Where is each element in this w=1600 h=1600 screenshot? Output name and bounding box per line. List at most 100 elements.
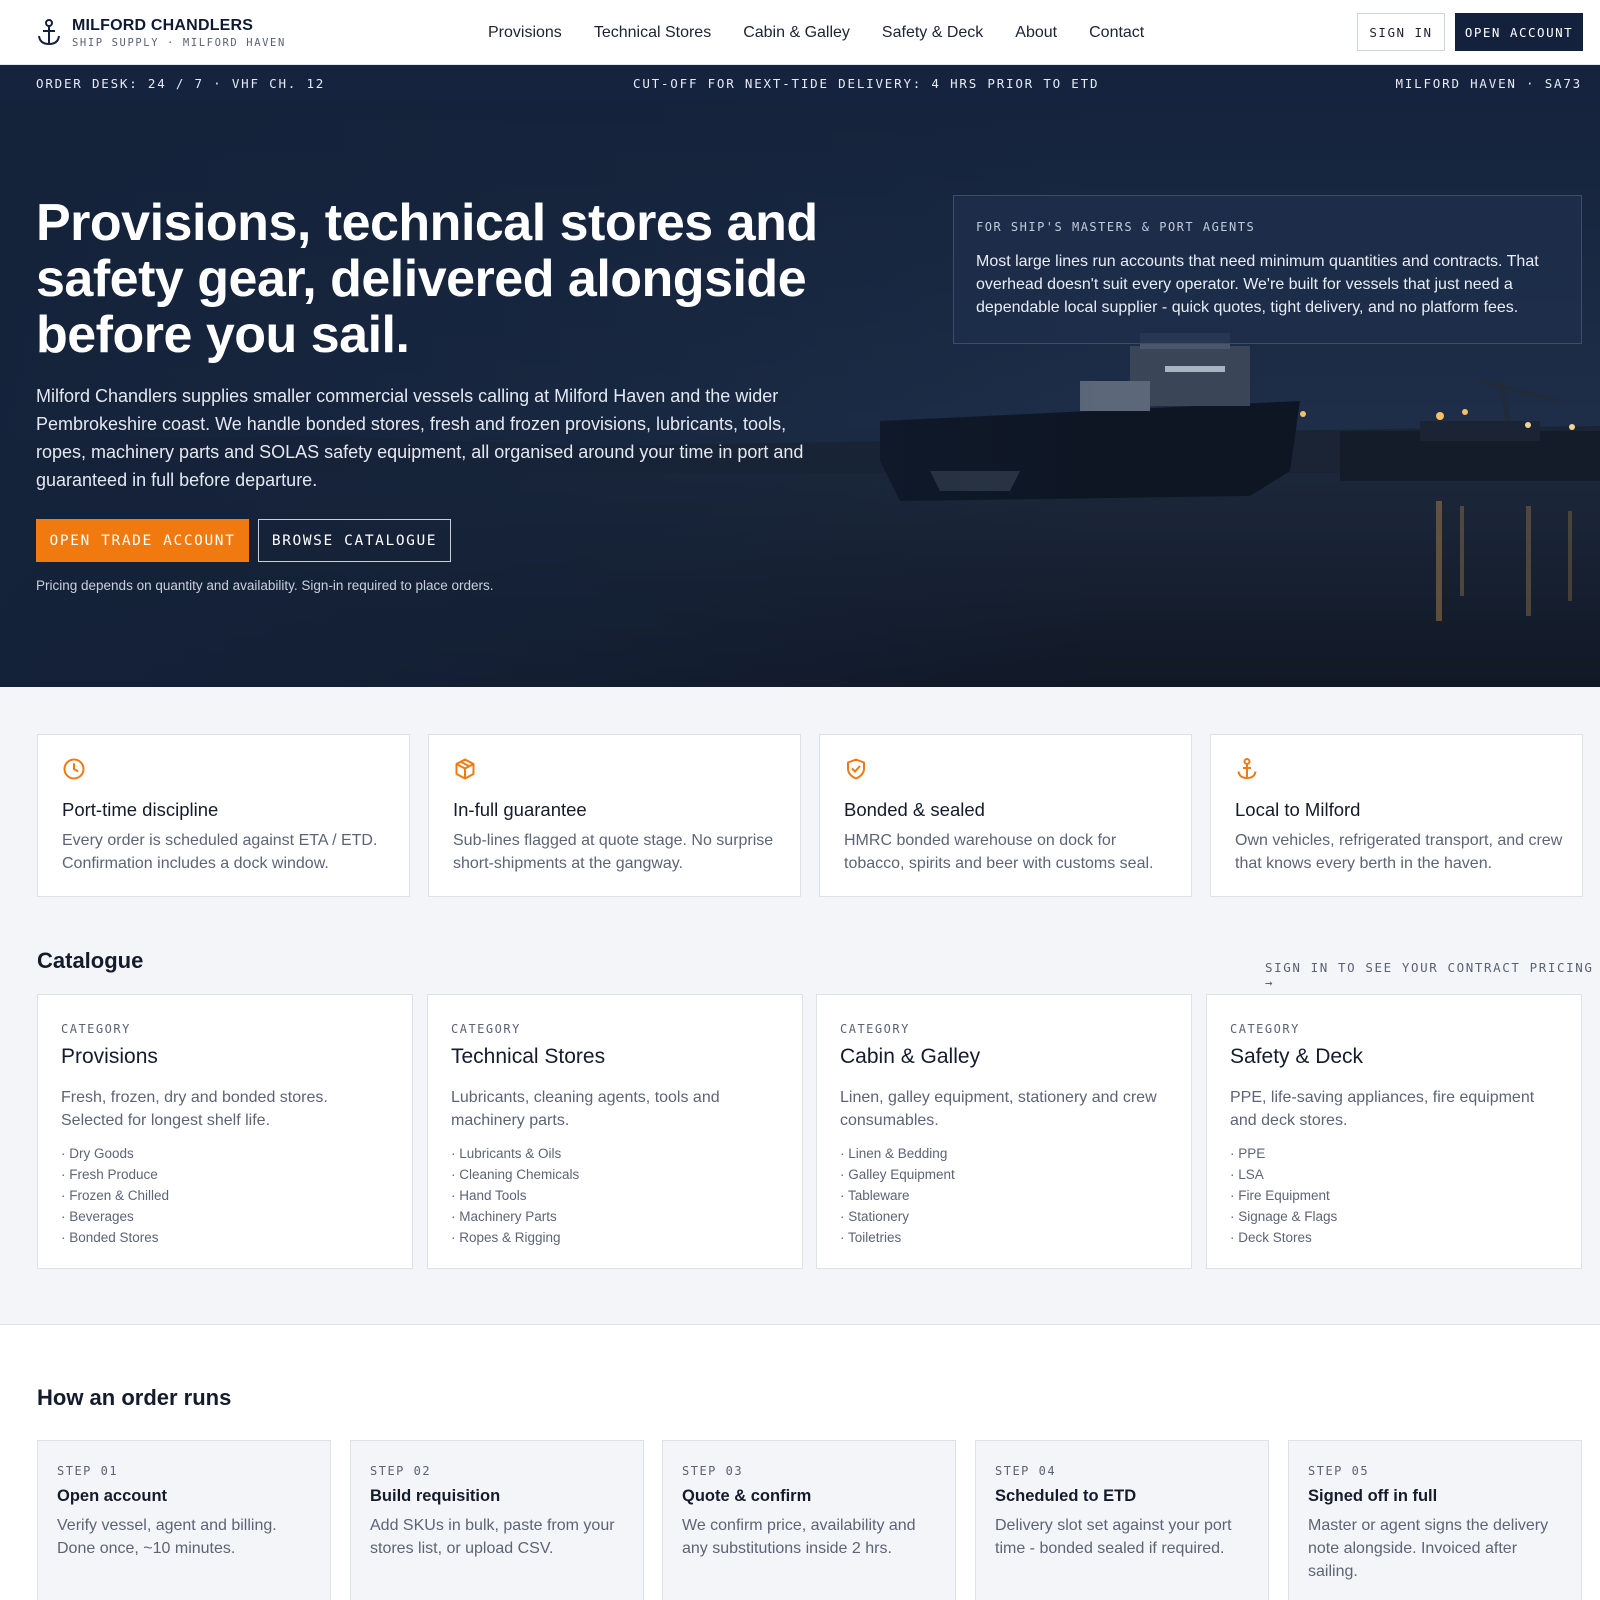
step-card-05: STEP 05 Signed off in full Master or age… (1288, 1440, 1582, 1600)
step-text: We confirm price, availability and any s… (682, 1517, 916, 1557)
info-ticker: ORDER DESK: 24 / 7 · VHF CH. 12 CUT-OFF … (0, 65, 1600, 101)
category-item[interactable]: · Cleaning Chemicals (451, 1164, 579, 1185)
category-item[interactable]: · Deck Stores (1230, 1227, 1337, 1248)
nav-cabin-galley[interactable]: Cabin & Galley (743, 24, 850, 42)
main-nav: Provisions Technical Stores Cabin & Gall… (488, 0, 1176, 65)
feature-card-in-full: In-full guarantee Sub-lines flagged at q… (428, 734, 801, 897)
step-text: Delivery slot set against your port time… (995, 1517, 1232, 1557)
category-item[interactable]: · Machinery Parts (451, 1206, 579, 1227)
category-label: CATEGORY (840, 1022, 910, 1036)
step-label: STEP 05 (1308, 1464, 1370, 1478)
category-item[interactable]: · Bonded Stores (61, 1227, 169, 1248)
pricing-note: Pricing depends on quantity and availabi… (36, 578, 494, 593)
feature-title: Bonded & sealed (844, 799, 985, 820)
feature-title: Port-time discipline (62, 799, 219, 820)
hero-section: Provisions, technical stores and safety … (0, 101, 1600, 687)
category-items: · Dry Goods · Fresh Produce · Frozen & C… (61, 1143, 169, 1248)
step-text: Add SKUs in bulk, paste from your stores… (370, 1517, 615, 1557)
category-description: Fresh, frozen, dry and bonded stores. Se… (61, 1089, 328, 1129)
category-title: Technical Stores (451, 1045, 606, 1068)
box-icon (455, 758, 475, 780)
category-item[interactable]: · Beverages (61, 1206, 169, 1227)
contract-pricing-link[interactable]: SIGN IN TO SEE YOUR CONTRACT PRICING → (1265, 960, 1600, 990)
step-card-04: STEP 04 Scheduled to ETD Delivery slot s… (975, 1440, 1269, 1600)
hero-title: Provisions, technical stores and safety … (36, 194, 818, 364)
category-item[interactable]: · Toiletries (840, 1227, 955, 1248)
category-title: Safety & Deck (1230, 1045, 1364, 1068)
category-card-provisions[interactable]: CATEGORY Provisions Fresh, frozen, dry a… (37, 994, 413, 1269)
category-item[interactable]: · Fire Equipment (1230, 1185, 1337, 1206)
category-card-safety-deck[interactable]: CATEGORY Safety & Deck PPE, life-saving … (1206, 994, 1582, 1269)
step-label: STEP 02 (370, 1464, 432, 1478)
masters-agents-card: FOR SHIP'S MASTERS & PORT AGENTS Most la… (953, 195, 1582, 344)
nav-provisions[interactable]: Provisions (488, 24, 562, 42)
category-item[interactable]: · Dry Goods (61, 1143, 169, 1164)
category-item[interactable]: · Ropes & Rigging (451, 1227, 579, 1248)
ticker-order-desk: ORDER DESK: 24 / 7 · VHF CH. 12 (36, 76, 326, 91)
step-label: STEP 01 (57, 1464, 119, 1478)
category-item[interactable]: · PPE (1230, 1143, 1337, 1164)
shield-icon (847, 758, 865, 780)
step-title: Open account (57, 1487, 168, 1505)
nav-contact[interactable]: Contact (1089, 24, 1144, 42)
category-label: CATEGORY (1230, 1022, 1300, 1036)
step-text: Master or agent signs the delivery note … (1308, 1517, 1549, 1580)
category-card-technical-stores[interactable]: CATEGORY Technical Stores Lubricants, cl… (427, 994, 803, 1269)
sign-in-button[interactable]: SIGN IN (1357, 13, 1445, 51)
step-label: STEP 04 (995, 1464, 1057, 1478)
nav-about[interactable]: About (1015, 24, 1057, 42)
category-description: Linen, galley equipment, stationery and … (840, 1089, 1157, 1129)
step-card-01: STEP 01 Open account Verify vessel, agen… (37, 1440, 331, 1600)
category-item[interactable]: · Frozen & Chilled (61, 1185, 169, 1206)
step-title: Signed off in full (1308, 1487, 1438, 1505)
feature-card-local: Local to Milford Own vehicles, refrigera… (1210, 734, 1583, 897)
step-title: Quote & confirm (682, 1487, 812, 1505)
category-label: CATEGORY (61, 1022, 131, 1036)
category-label: CATEGORY (451, 1022, 521, 1036)
brand-logo[interactable]: MILFORD CHANDLERS SHIP SUPPLY · MILFORD … (36, 16, 286, 49)
category-items: · Linen & Bedding · Galley Equipment · T… (840, 1143, 955, 1248)
how-title: How an order runs (37, 1385, 232, 1410)
hero-description: Milford Chandlers supplies smaller comme… (36, 386, 804, 490)
category-title: Provisions (61, 1045, 158, 1068)
category-item[interactable]: · Tableware (840, 1185, 955, 1206)
category-item[interactable]: · Signage & Flags (1230, 1206, 1337, 1227)
anchor-icon (38, 19, 60, 46)
step-title: Build requisition (370, 1487, 501, 1505)
category-item[interactable]: · Fresh Produce (61, 1164, 169, 1185)
card-label: FOR SHIP'S MASTERS & PORT AGENTS (976, 220, 1256, 234)
category-item[interactable]: · Lubricants & Oils (451, 1143, 579, 1164)
category-item[interactable]: · Galley Equipment (840, 1164, 955, 1185)
feature-text: Own vehicles, refrigerated transport, an… (1235, 832, 1563, 872)
site-header: MILFORD CHANDLERS SHIP SUPPLY · MILFORD … (0, 0, 1600, 65)
category-card-cabin-galley[interactable]: CATEGORY Cabin & Galley Linen, galley eq… (816, 994, 1192, 1269)
card-text: Most large lines run accounts that need … (976, 253, 1539, 316)
step-card-03: STEP 03 Quote & confirm We confirm price… (662, 1440, 956, 1600)
category-item[interactable]: · LSA (1230, 1164, 1337, 1185)
category-item[interactable]: · Linen & Bedding (840, 1143, 955, 1164)
catalogue-title: Catalogue (37, 948, 144, 973)
step-text: Verify vessel, agent and billing. Done o… (57, 1517, 277, 1557)
step-label: STEP 03 (682, 1464, 744, 1478)
feature-text: Every order is scheduled against ETA / E… (62, 832, 378, 872)
category-item[interactable]: · Stationery (840, 1206, 955, 1227)
nav-technical-stores[interactable]: Technical Stores (594, 24, 711, 42)
category-description: Lubricants, cleaning agents, tools and m… (451, 1089, 720, 1129)
browse-catalogue-button[interactable]: BROWSE CATALOGUE (258, 519, 451, 562)
ticker-location: MILFORD HAVEN · SA73 (1395, 76, 1582, 91)
nav-safety-deck[interactable]: Safety & Deck (882, 24, 983, 42)
open-trade-account-button[interactable]: OPEN TRADE ACCOUNT (36, 519, 249, 562)
step-card-02: STEP 02 Build requisition Add SKUs in bu… (350, 1440, 644, 1600)
category-item[interactable]: · Hand Tools (451, 1185, 579, 1206)
category-description: PPE, life-saving appliances, fire equipm… (1230, 1089, 1535, 1129)
open-account-button[interactable]: OPEN ACCOUNT (1455, 13, 1583, 51)
feature-text: Sub-lines flagged at quote stage. No sur… (453, 832, 774, 872)
category-items: · Lubricants & Oils · Cleaning Chemicals… (451, 1143, 579, 1248)
ticker-cutoff: CUT-OFF FOR NEXT-TIDE DELIVERY: 4 HRS PR… (633, 76, 1100, 91)
anchor-icon (1237, 758, 1257, 780)
feature-title: In-full guarantee (453, 799, 587, 820)
brand-name: MILFORD CHANDLERS (72, 17, 254, 34)
feature-card-port-time: Port-time discipline Every order is sche… (37, 734, 410, 897)
clock-icon (63, 758, 85, 780)
feature-title: Local to Milford (1235, 799, 1361, 820)
